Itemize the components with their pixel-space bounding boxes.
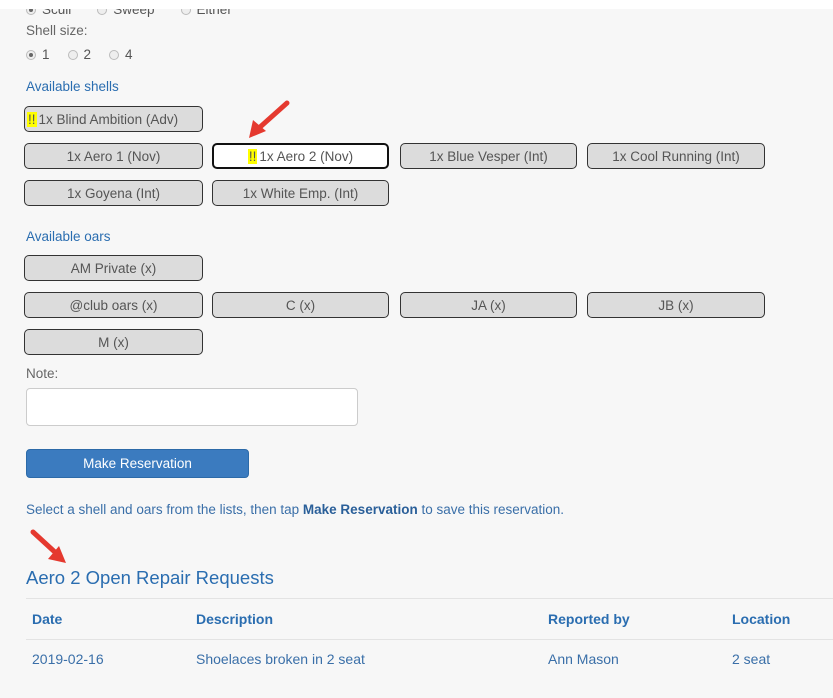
radio-shell-size-4[interactable] [109, 49, 120, 60]
repair-requests-heading: Aero 2 Open Repair Requests [26, 567, 274, 588]
warning-flag-icon: !! [247, 148, 258, 164]
oar-tile-club-oars[interactable]: @club oars (x) [24, 292, 203, 318]
shell-size-option-label: 4 [125, 47, 133, 62]
help-text-bold: Make Reservation [302, 502, 418, 517]
reservation-page: Scull Sweep Either Shell size: 1 2 4 Ava… [0, 0, 833, 698]
shell-tile-label: 1x Aero 2 (Nov) [259, 148, 354, 164]
oar-tile-ja[interactable]: JA (x) [400, 292, 577, 318]
shell-tile-blind-ambition[interactable]: !! 1x Blind Ambition (Adv) [24, 106, 203, 132]
help-text: Select a shell and oars from the lists, … [26, 502, 564, 517]
annotation-arrow-icon [249, 100, 290, 138]
shell-tile-label: 1x Blue Vesper (Int) [429, 148, 548, 164]
shell-size-option-label: 1 [42, 47, 50, 62]
make-reservation-button[interactable]: Make Reservation [26, 449, 249, 478]
help-text-after: to save this reservation. [417, 502, 565, 517]
shell-tile-aero-1[interactable]: 1x Aero 1 (Nov) [24, 143, 203, 169]
crop-edge [0, 0, 833, 9]
available-shells-heading: Available shells [26, 79, 119, 94]
shell-tile-label: 1x Goyena (Int) [66, 185, 161, 201]
column-header-reported-by: Reported by [548, 611, 630, 627]
shell-tile-white-emp[interactable]: 1x White Emp. (Int) [212, 180, 389, 206]
shell-tile-blue-vesper[interactable]: 1x Blue Vesper (Int) [400, 143, 577, 169]
oar-tile-jb[interactable]: JB (x) [587, 292, 765, 318]
help-text-before: Select a shell and oars from the lists, … [26, 502, 303, 517]
shell-size-option-1[interactable]: 1 [26, 47, 50, 62]
column-header-location: Location [732, 611, 791, 627]
column-header-description: Description [196, 611, 274, 627]
shell-tile-label: 1x White Emp. (Int) [242, 185, 359, 201]
oar-tile-am-private[interactable]: AM Private (x) [24, 255, 203, 281]
oar-tile-label: JA (x) [471, 297, 506, 313]
available-oars-heading: Available oars [26, 229, 111, 244]
cell-date: 2019-02-16 [32, 651, 104, 667]
note-label: Note: [26, 366, 59, 381]
shell-size-option-4[interactable]: 4 [109, 47, 133, 62]
note-input[interactable] [26, 388, 358, 426]
cell-location: 2 seat [732, 651, 771, 667]
shell-size-radio-group: 1 2 4 [26, 47, 151, 62]
oar-tile-label: @club oars (x) [69, 297, 158, 313]
oar-tile-label: JB (x) [658, 297, 694, 313]
annotation-arrow-icon [30, 529, 66, 563]
radio-shell-size-2[interactable] [67, 49, 78, 60]
cell-reported-by: Ann Mason [548, 651, 619, 667]
shell-size-label: Shell size: [26, 23, 88, 38]
cell-description: Shoelaces broken in 2 seat [196, 651, 365, 667]
shell-tile-goyena[interactable]: 1x Goyena (Int) [24, 180, 203, 206]
oar-tile-c[interactable]: C (x) [212, 292, 389, 318]
shell-tile-aero-2[interactable]: !! 1x Aero 2 (Nov) [212, 143, 389, 169]
shell-tile-cool-running[interactable]: 1x Cool Running (Int) [587, 143, 765, 169]
shell-size-option-label: 2 [83, 47, 92, 62]
shell-tile-label: 1x Blind Ambition (Adv) [38, 111, 179, 127]
table-row[interactable]: 2019-02-16 Shoelaces broken in 2 seat An… [26, 640, 833, 678]
warning-flag-icon: !! [27, 111, 37, 127]
column-header-date: Date [32, 611, 63, 627]
radio-shell-size-1[interactable] [26, 49, 36, 60]
shell-tile-label: 1x Aero 1 (Nov) [66, 148, 161, 164]
oar-tile-label: AM Private (x) [70, 260, 157, 276]
repair-requests-table: Date Description Reported by Location 20… [26, 598, 833, 678]
table-header-row: Date Description Reported by Location [26, 598, 833, 640]
oar-tile-label: C (x) [285, 297, 316, 313]
shell-tile-label: 1x Cool Running (Int) [612, 148, 740, 164]
shell-size-option-2[interactable]: 2 [67, 47, 92, 62]
oar-tile-label: M (x) [98, 334, 129, 350]
oar-tile-m[interactable]: M (x) [24, 329, 203, 355]
